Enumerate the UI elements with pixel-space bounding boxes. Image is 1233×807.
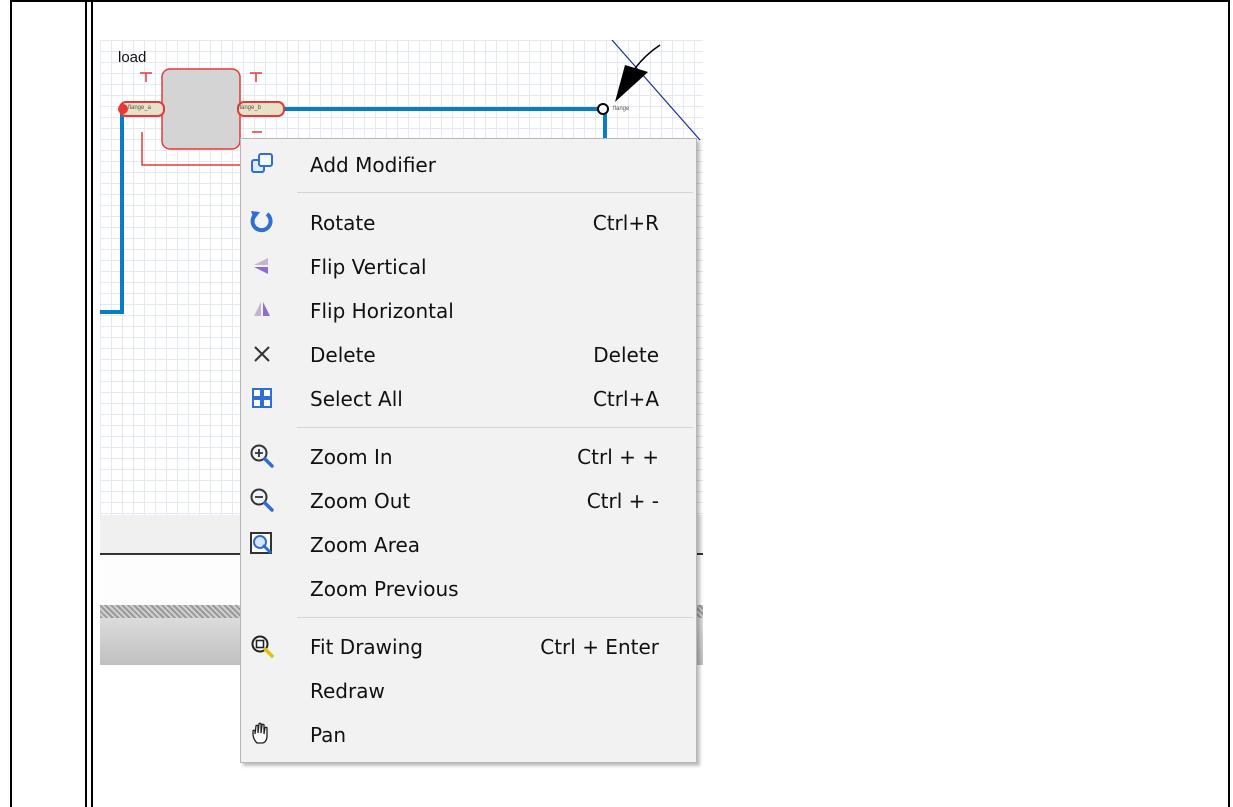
connection-wire	[100, 109, 124, 314]
flip-vertical-icon	[249, 253, 275, 279]
menu-item-rotate[interactable]: Rotate Ctrl+R	[241, 200, 696, 244]
menu-item-label: Redraw	[310, 679, 385, 703]
zoom-in-icon	[249, 443, 275, 469]
menu-item-label: Flip Vertical	[310, 255, 427, 279]
menu-item-zoom-area[interactable]: Zoom Area	[241, 522, 696, 566]
menu-item-shortcut: Delete	[593, 343, 659, 367]
flange-a-dot	[118, 104, 128, 114]
close-icon	[249, 341, 275, 367]
menu-item-shortcut: Ctrl+R	[592, 211, 659, 235]
menu-item-zoom-in[interactable]: Zoom In Ctrl + +	[241, 434, 696, 478]
menu-item-label: Pan	[310, 723, 347, 747]
flange-a-label: flange_a	[128, 105, 152, 111]
flip-horizontal-icon	[249, 297, 275, 323]
zoom-area-icon	[249, 531, 275, 557]
zoom-out-icon	[249, 487, 275, 513]
menu-item-label: Zoom Previous	[310, 577, 459, 601]
menu-item-fit-drawing[interactable]: Fit Drawing Ctrl + Enter	[241, 624, 696, 668]
menu-item-label: Fit Drawing	[310, 635, 423, 659]
flange-right-label: flange	[613, 106, 630, 112]
menu-separator	[297, 617, 693, 618]
menu-separator	[297, 427, 693, 428]
menu-item-label: Add Modifier	[310, 153, 436, 177]
select-all-icon	[249, 385, 275, 411]
add-modifier-icon	[249, 151, 275, 177]
flange-b-label: flange_b	[238, 105, 262, 111]
menu-item-pan[interactable]: Pan	[241, 712, 696, 756]
table-column-divider	[91, 0, 93, 807]
menu-item-shortcut: Ctrl + -	[586, 489, 659, 513]
menu-item-shortcut: Ctrl + Enter	[540, 635, 659, 659]
menu-item-label: Delete	[310, 343, 376, 367]
component-block	[161, 68, 241, 150]
menu-item-label: Zoom In	[310, 445, 393, 469]
context-menu: Add Modifier Rotate Ctrl+R Flip Vertical…	[240, 138, 697, 763]
component-label: load	[118, 49, 147, 66]
arrow-head-icon	[615, 65, 648, 102]
menu-item-select-all[interactable]: Select All Ctrl+A	[241, 376, 696, 420]
support-mark	[140, 72, 152, 82]
fit-drawing-icon	[249, 633, 275, 659]
menu-item-delete[interactable]: Delete Delete	[241, 332, 696, 376]
support-mark	[250, 72, 262, 82]
menu-item-label: Flip Horizontal	[310, 299, 454, 323]
menu-item-label: Select All	[310, 387, 403, 411]
table-column-divider	[85, 0, 87, 807]
menu-item-shortcut: Ctrl+A	[592, 387, 659, 411]
flange-right-port	[597, 103, 609, 115]
menu-item-shortcut: Ctrl + +	[577, 445, 659, 469]
menu-item-redraw[interactable]: Redraw	[241, 668, 696, 712]
menu-item-zoom-previous[interactable]: Zoom Previous	[241, 566, 696, 610]
menu-item-flip-horizontal[interactable]: Flip Horizontal	[241, 288, 696, 332]
rotate-icon	[249, 209, 275, 235]
menu-item-flip-vertical[interactable]: Flip Vertical	[241, 244, 696, 288]
menu-item-zoom-out[interactable]: Zoom Out Ctrl + -	[241, 478, 696, 522]
menu-item-label: Zoom Area	[310, 533, 421, 557]
menu-separator	[297, 192, 693, 193]
menu-item-label: Rotate	[310, 211, 376, 235]
menu-item-label: Zoom Out	[310, 489, 411, 513]
hand-icon	[249, 721, 275, 747]
menu-item-add-modifier[interactable]: Add Modifier	[241, 142, 696, 186]
